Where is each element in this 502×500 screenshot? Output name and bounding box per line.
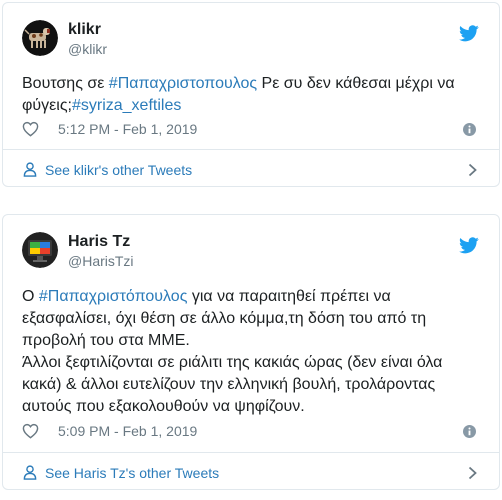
tweet-meta: 5:09 PM - Feb 1, 2019 <box>22 421 481 441</box>
tweet-card: Haris Tz @HarisTzi Ο #Παπαχριστόπουλος γ… <box>2 214 500 490</box>
tweet-text-segment: Ο <box>22 288 39 305</box>
tweet-text-segment: για να παραιτηθεί πρέπει να εξασφαλίσει,… <box>22 288 443 415</box>
heart-icon[interactable] <box>22 423 39 439</box>
chevron-right-icon[interactable] <box>468 466 477 480</box>
tweet-header: Haris Tz @HarisTzi <box>22 232 481 272</box>
tweet-meta: 5:12 PM - Feb 1, 2019 <box>22 119 481 139</box>
tweet-card: klikr @klikr Βουτσης σε #Παπαχριστοπουλο… <box>2 2 500 187</box>
person-icon <box>23 465 37 480</box>
see-other-tweets-row[interactable]: See klikr's other Tweets <box>3 150 499 188</box>
tweet-text: Βουτσης σε #Παπαχριστοπουλος Ρε συ δεν κ… <box>22 73 479 117</box>
info-icon[interactable] <box>463 123 476 136</box>
hashtag-link[interactable]: #Παπαχριστόπουλος <box>39 288 188 305</box>
hashtag-link[interactable]: #syriza_xeftiles <box>72 97 181 114</box>
tweet-header: klikr @klikr <box>22 20 481 60</box>
heart-icon[interactable] <box>22 121 39 137</box>
tweet-timestamp[interactable]: 5:12 PM - Feb 1, 2019 <box>58 121 197 137</box>
author-handle[interactable]: @HarisTzi <box>68 253 134 269</box>
hashtag-link[interactable]: #Παπαχριστοπουλος <box>109 75 257 92</box>
avatar[interactable] <box>22 232 58 268</box>
tweet-text-segment: Βουτσης σε <box>22 75 109 92</box>
tweet-timestamp[interactable]: 5:09 PM - Feb 1, 2019 <box>58 423 197 439</box>
avatar[interactable] <box>22 20 58 56</box>
author-name[interactable]: Haris Tz <box>68 233 130 251</box>
see-other-tweets-link[interactable]: See klikr's other Tweets <box>45 162 192 178</box>
author-name[interactable]: klikr <box>68 21 101 39</box>
author-handle[interactable]: @klikr <box>68 41 107 57</box>
tweet-text: Ο #Παπαχριστόπουλος για να παραιτηθεί πρ… <box>22 286 479 418</box>
info-icon[interactable] <box>463 425 476 438</box>
twitter-bird-icon[interactable] <box>459 237 479 254</box>
see-other-tweets-link[interactable]: See Haris Tz's other Tweets <box>45 465 219 481</box>
chevron-right-icon[interactable] <box>468 163 477 177</box>
person-icon <box>23 162 37 177</box>
see-other-tweets-row[interactable]: See Haris Tz's other Tweets <box>3 453 499 491</box>
twitter-bird-icon[interactable] <box>459 25 479 42</box>
